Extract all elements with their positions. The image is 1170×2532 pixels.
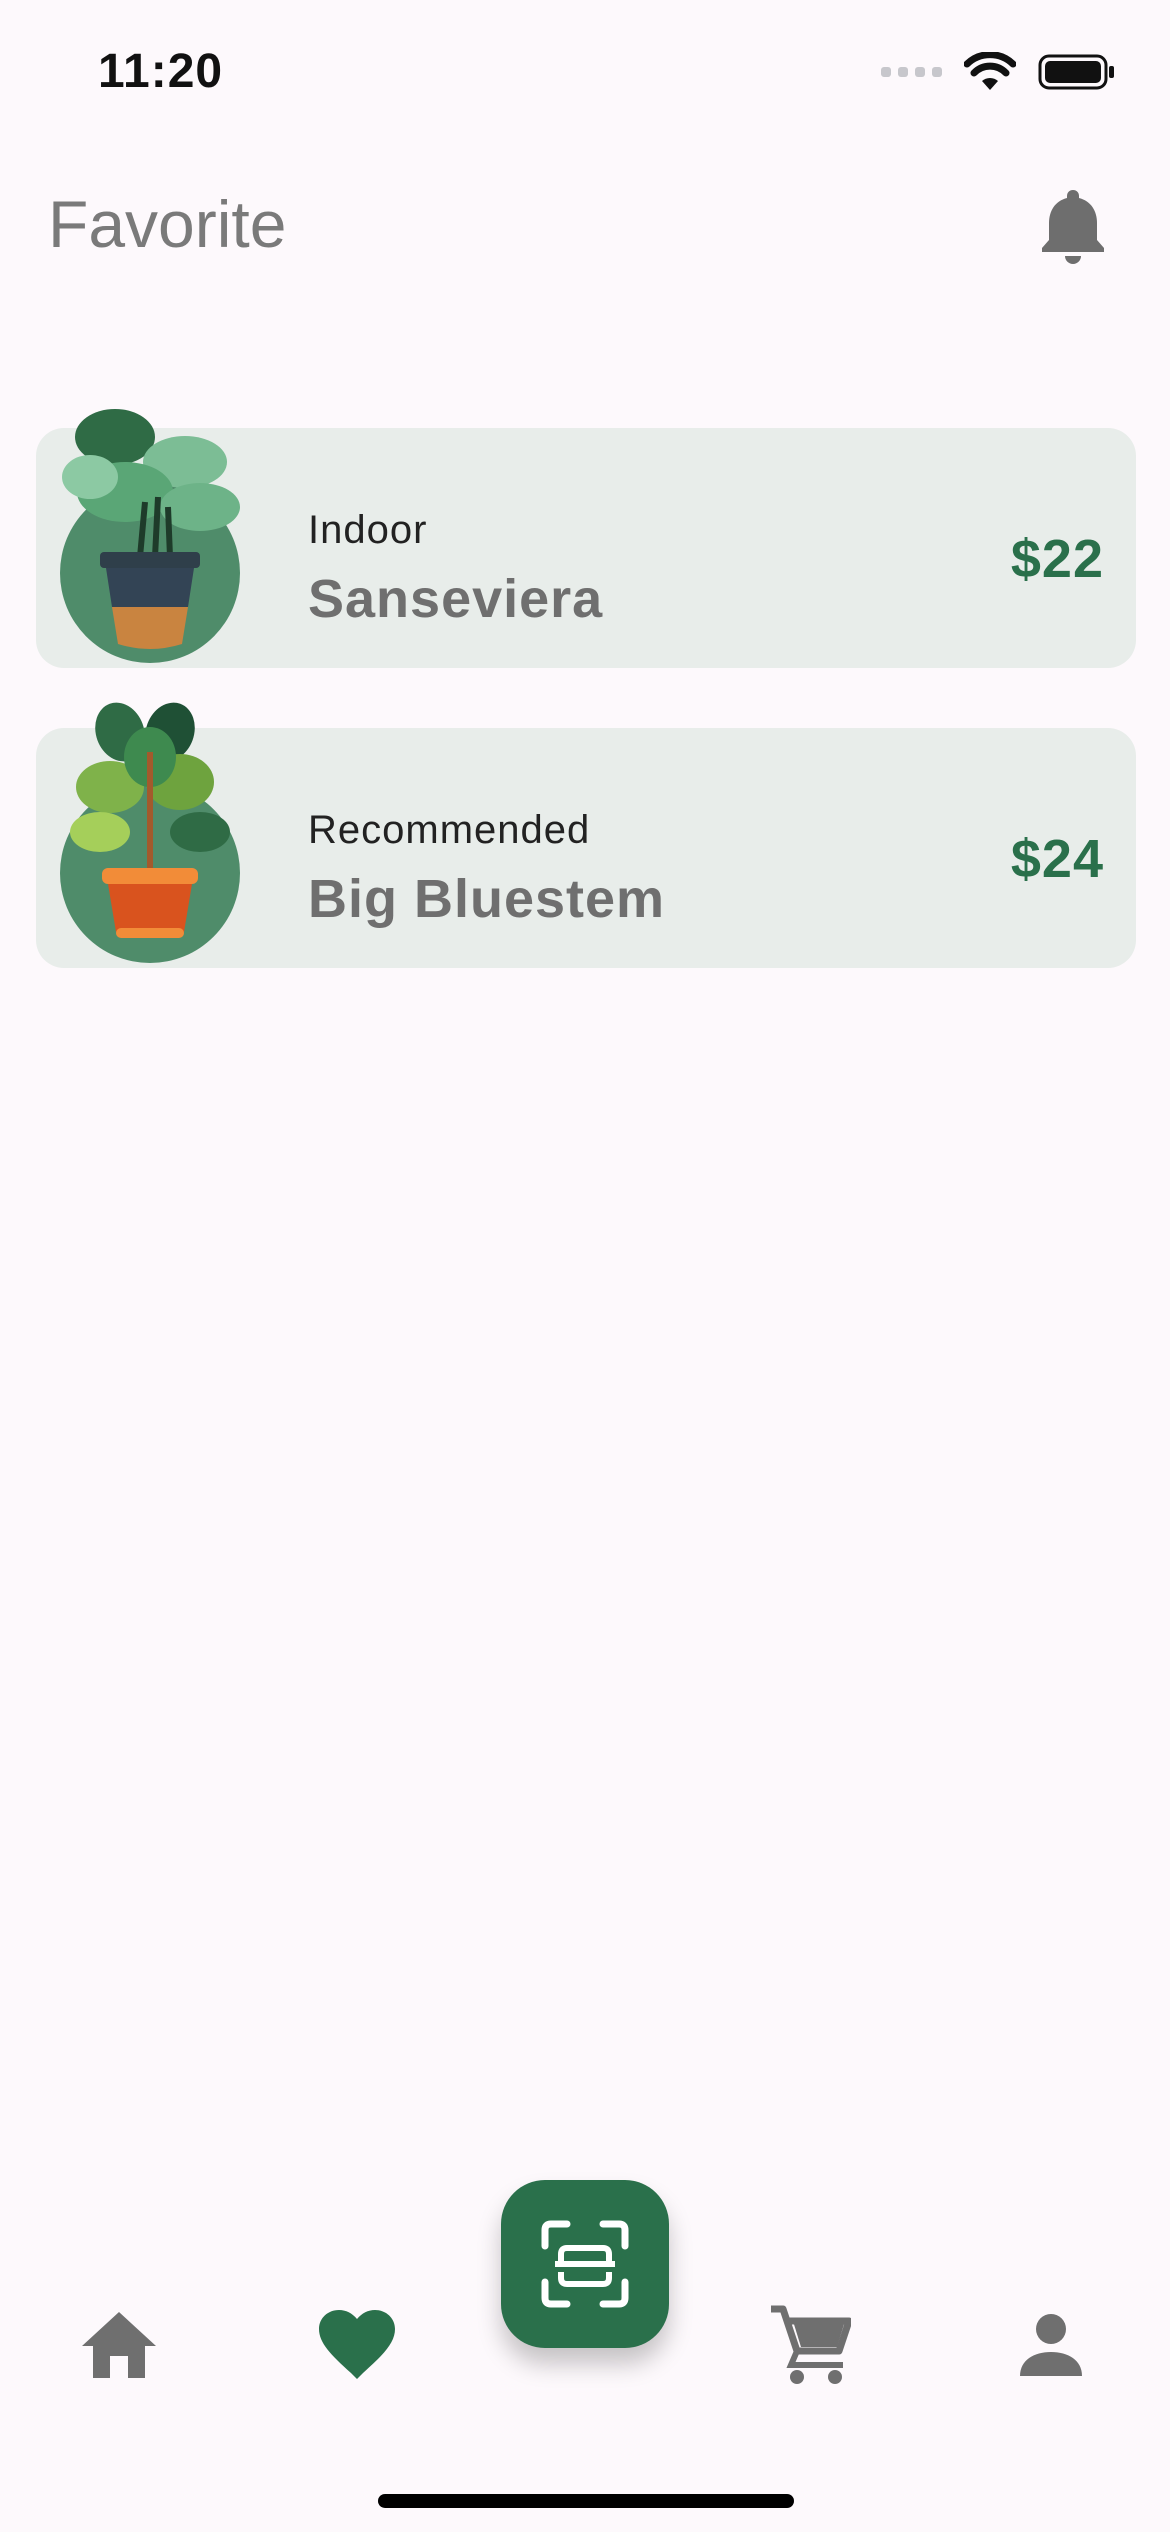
card-category: Indoor bbox=[308, 508, 428, 552]
bell-icon bbox=[1042, 190, 1104, 264]
card-price: $24 bbox=[1010, 829, 1104, 889]
potted-plant-image bbox=[60, 702, 240, 963]
scan-button[interactable] bbox=[501, 2180, 669, 2348]
notifications-button[interactable] bbox=[1036, 186, 1110, 264]
cellular-signal-icon bbox=[881, 67, 942, 77]
status-icons bbox=[881, 52, 1116, 92]
home-indicator[interactable] bbox=[378, 2494, 794, 2508]
cart-icon bbox=[771, 2305, 851, 2384]
favorite-card[interactable]: Indoor Sanseviera $22 bbox=[36, 409, 1136, 668]
battery-icon bbox=[1038, 54, 1114, 90]
card-category: Recommended bbox=[308, 808, 591, 852]
status-time: 11:20 bbox=[98, 45, 224, 98]
nav-home[interactable] bbox=[69, 2300, 169, 2390]
potted-plant-image bbox=[60, 409, 240, 663]
favorite-card[interactable]: Recommended Big Bluestem $24 bbox=[36, 702, 1136, 968]
nav-cart[interactable] bbox=[760, 2300, 860, 2390]
status-bar: 11:20 bbox=[0, 0, 1170, 140]
page-title: Favorite bbox=[48, 187, 287, 261]
home-icon bbox=[82, 2312, 156, 2378]
scan-icon bbox=[541, 2220, 629, 2308]
heart-icon bbox=[319, 2310, 395, 2379]
nav-favorites[interactable] bbox=[307, 2300, 407, 2390]
card-price: $22 bbox=[1010, 529, 1104, 589]
card-plant-name: Sanseviera bbox=[308, 569, 604, 629]
nav-profile[interactable] bbox=[1001, 2300, 1101, 2390]
card-plant-name: Big Bluestem bbox=[308, 869, 666, 929]
favorite-screen: 11:20 Favorite Indoor Sanseviera $22 Rec… bbox=[0, 0, 1170, 2532]
person-icon bbox=[1020, 2314, 1082, 2376]
wifi-icon bbox=[964, 52, 1016, 90]
